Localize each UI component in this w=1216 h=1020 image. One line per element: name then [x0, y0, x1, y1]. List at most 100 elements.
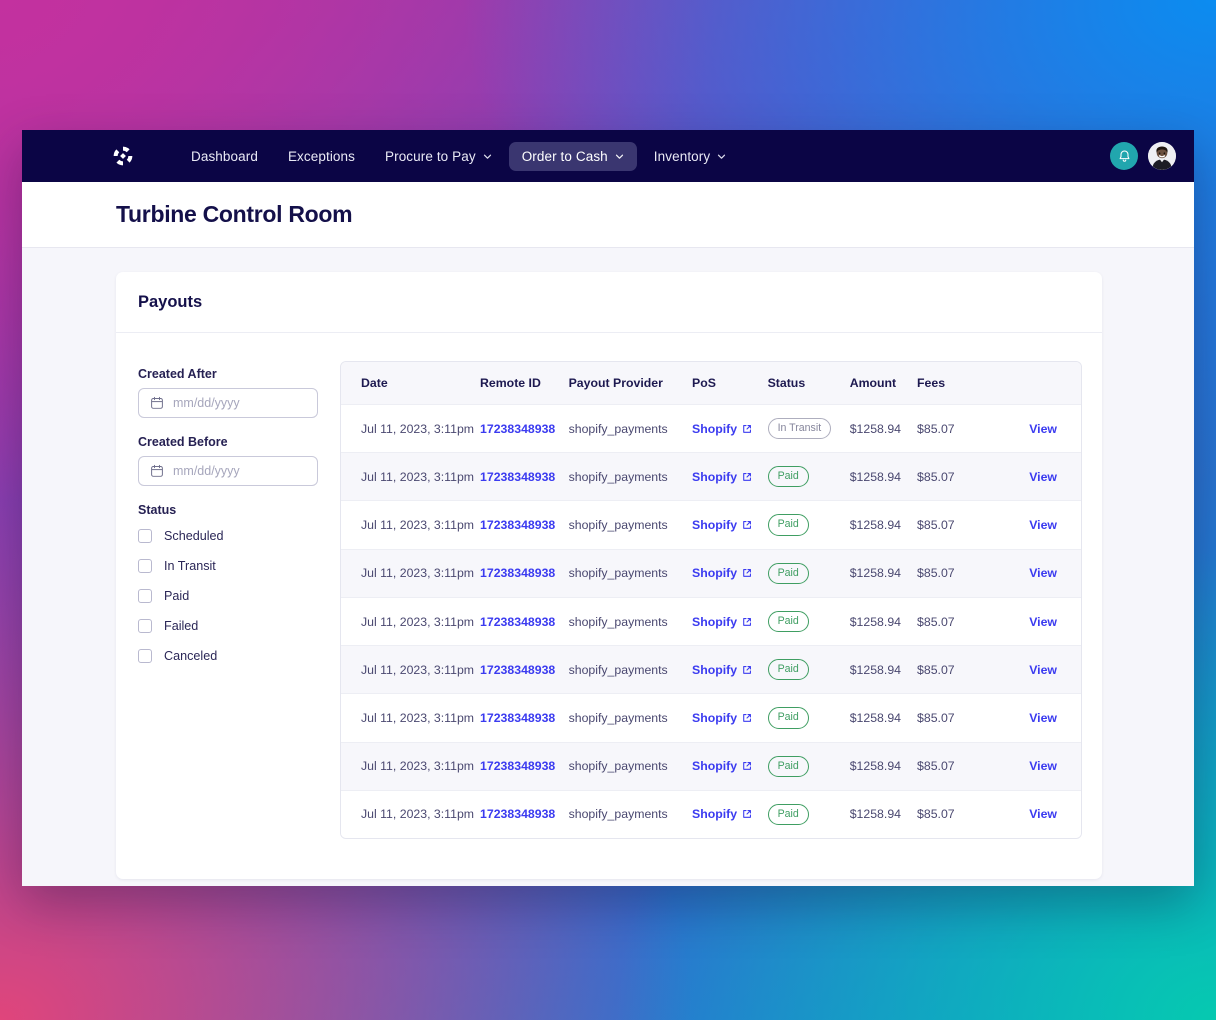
table-row[interactable]: Jul 11, 2023, 3:11pm17238348938shopify_p… [341, 742, 1081, 790]
checkbox-box[interactable] [138, 619, 152, 633]
checkbox-box[interactable] [138, 649, 152, 663]
cell-action: View [996, 597, 1081, 645]
nav-item-dashboard[interactable]: Dashboard [178, 142, 271, 171]
status-checkbox-failed[interactable]: Failed [138, 619, 318, 633]
cell-amount: $1258.94 [850, 405, 917, 453]
cell-action: View [996, 742, 1081, 790]
status-checkbox-in-transit[interactable]: In Transit [138, 559, 318, 573]
chevron-down-icon [483, 152, 492, 161]
column-header-pos: PoS [692, 362, 768, 405]
cell-provider: shopify_payments [569, 790, 692, 838]
remote-id-link[interactable]: 17238348938 [480, 807, 555, 821]
cell-amount: $1258.94 [850, 549, 917, 597]
nav-item-exceptions[interactable]: Exceptions [275, 142, 368, 171]
view-link[interactable]: View [1029, 807, 1057, 821]
cell-pos: Shopify [692, 405, 768, 453]
cell-amount: $1258.94 [850, 790, 917, 838]
nav-item-inventory[interactable]: Inventory [641, 142, 739, 171]
table-head: Date Remote ID Payout Provider PoS Statu… [341, 362, 1081, 405]
view-link[interactable]: View [1029, 566, 1057, 580]
column-header-date: Date [341, 362, 480, 405]
cell-action: View [996, 694, 1081, 742]
card-title: Payouts [138, 293, 1080, 312]
cell-status: Paid [768, 501, 850, 549]
pos-link[interactable]: Shopify [692, 759, 752, 773]
table-row[interactable]: Jul 11, 2023, 3:11pm17238348938shopify_p… [341, 694, 1081, 742]
view-link[interactable]: View [1029, 470, 1057, 484]
checkbox-box[interactable] [138, 589, 152, 603]
nav-item-order-to-cash[interactable]: Order to Cash [509, 142, 637, 171]
remote-id-link[interactable]: 17238348938 [480, 518, 555, 532]
created-after-input[interactable]: mm/dd/yyyy [138, 388, 318, 418]
cell-action: View [996, 453, 1081, 501]
cell-fees: $85.07 [917, 646, 996, 694]
cell-date: Jul 11, 2023, 3:11pm [341, 405, 480, 453]
checkbox-box[interactable] [138, 529, 152, 543]
nav-item-procure-to-pay[interactable]: Procure to Pay [372, 142, 505, 171]
table-row[interactable]: Jul 11, 2023, 3:11pm17238348938 shopify_p… [341, 549, 1081, 597]
created-after-label: Created After [138, 367, 318, 381]
remote-id-link[interactable]: 17238348938 [480, 663, 555, 677]
nav-item-label: Exceptions [288, 149, 355, 164]
top-navigation-bar: Dashboard Exceptions Procure to Pay Orde… [22, 130, 1194, 182]
remote-id-link[interactable]: 17238348938 [480, 615, 555, 629]
remote-id-link[interactable]: 17238348938 [480, 566, 555, 580]
pos-link[interactable]: Shopify [692, 711, 752, 725]
cell-remote-id: 17238348938 [480, 453, 569, 501]
status-badge: Paid [768, 756, 809, 777]
remote-id-link[interactable]: 17238348938 [480, 711, 555, 725]
pos-link[interactable]: Shopify [692, 566, 752, 580]
desktop-backdrop: Dashboard Exceptions Procure to Pay Orde… [0, 0, 1216, 1020]
checkbox-box[interactable] [138, 559, 152, 573]
cell-provider: shopify_payments [569, 549, 692, 597]
status-checkbox-canceled[interactable]: Canceled [138, 649, 318, 663]
view-link[interactable]: View [1029, 711, 1057, 725]
cell-pos: Shopify [692, 597, 768, 645]
chevron-down-icon [615, 152, 624, 161]
view-link[interactable]: View [1029, 422, 1057, 436]
cell-date: Jul 11, 2023, 3:11pm [341, 549, 480, 597]
payouts-table-wrapper: Date Remote ID Payout Provider PoS Statu… [340, 361, 1082, 839]
table-row[interactable]: Jul 11, 2023, 3:11pm17238348938shopify_p… [341, 790, 1081, 838]
remote-id-link[interactable]: 17238348938 [480, 759, 555, 773]
pos-link[interactable]: Shopify [692, 663, 752, 677]
table-row[interactable]: Jul 11, 2023, 3:11pm17238348938shopify_p… [341, 405, 1081, 453]
cell-status: Paid [768, 790, 850, 838]
cell-action: View [996, 646, 1081, 694]
status-badge: Paid [768, 466, 809, 487]
nav-item-label: Inventory [654, 149, 710, 164]
table-row[interactable]: Jul 11, 2023, 3:11pm17238348938shopify_p… [341, 453, 1081, 501]
remote-id-link[interactable]: 17238348938 [480, 422, 555, 436]
created-before-input[interactable]: mm/dd/yyyy [138, 456, 318, 486]
view-link[interactable]: View [1029, 663, 1057, 677]
status-badge: Paid [768, 514, 809, 535]
status-badge: Paid [768, 611, 809, 632]
status-checkbox-paid[interactable]: Paid [138, 589, 318, 603]
user-avatar[interactable] [1148, 142, 1176, 170]
pos-link[interactable]: Shopify [692, 615, 752, 629]
pos-link[interactable]: Shopify [692, 518, 752, 532]
pos-link[interactable]: Shopify [692, 422, 752, 436]
table-row[interactable]: Jul 11, 2023, 3:11pm17238348938shopify_p… [341, 501, 1081, 549]
turbine-logo-icon[interactable] [110, 143, 136, 169]
external-link-icon [742, 520, 752, 530]
status-checkbox-label: In Transit [164, 559, 216, 573]
view-link[interactable]: View [1029, 518, 1057, 532]
table-row[interactable]: Jul 11, 2023, 3:11pm17238348938shopify_p… [341, 646, 1081, 694]
nav-right-actions [1110, 142, 1176, 170]
table-row[interactable]: Jul 11, 2023, 3:11pm17238348938shopify_p… [341, 597, 1081, 645]
cell-provider: shopify_payments [569, 742, 692, 790]
notifications-button[interactable] [1110, 142, 1138, 170]
remote-id-link[interactable]: 17238348938 [480, 470, 555, 484]
cell-amount: $1258.94 [850, 453, 917, 501]
cell-amount: $1258.94 [850, 742, 917, 790]
cell-amount: $1258.94 [850, 694, 917, 742]
pos-link[interactable]: Shopify [692, 470, 752, 484]
column-header-fees: Fees [917, 362, 996, 405]
view-link[interactable]: View [1029, 759, 1057, 773]
pos-link[interactable]: Shopify [692, 807, 752, 821]
chevron-down-icon [717, 152, 726, 161]
view-link[interactable]: View [1029, 615, 1057, 629]
cell-pos: Shopify [692, 694, 768, 742]
status-checkbox-scheduled[interactable]: Scheduled [138, 529, 318, 543]
